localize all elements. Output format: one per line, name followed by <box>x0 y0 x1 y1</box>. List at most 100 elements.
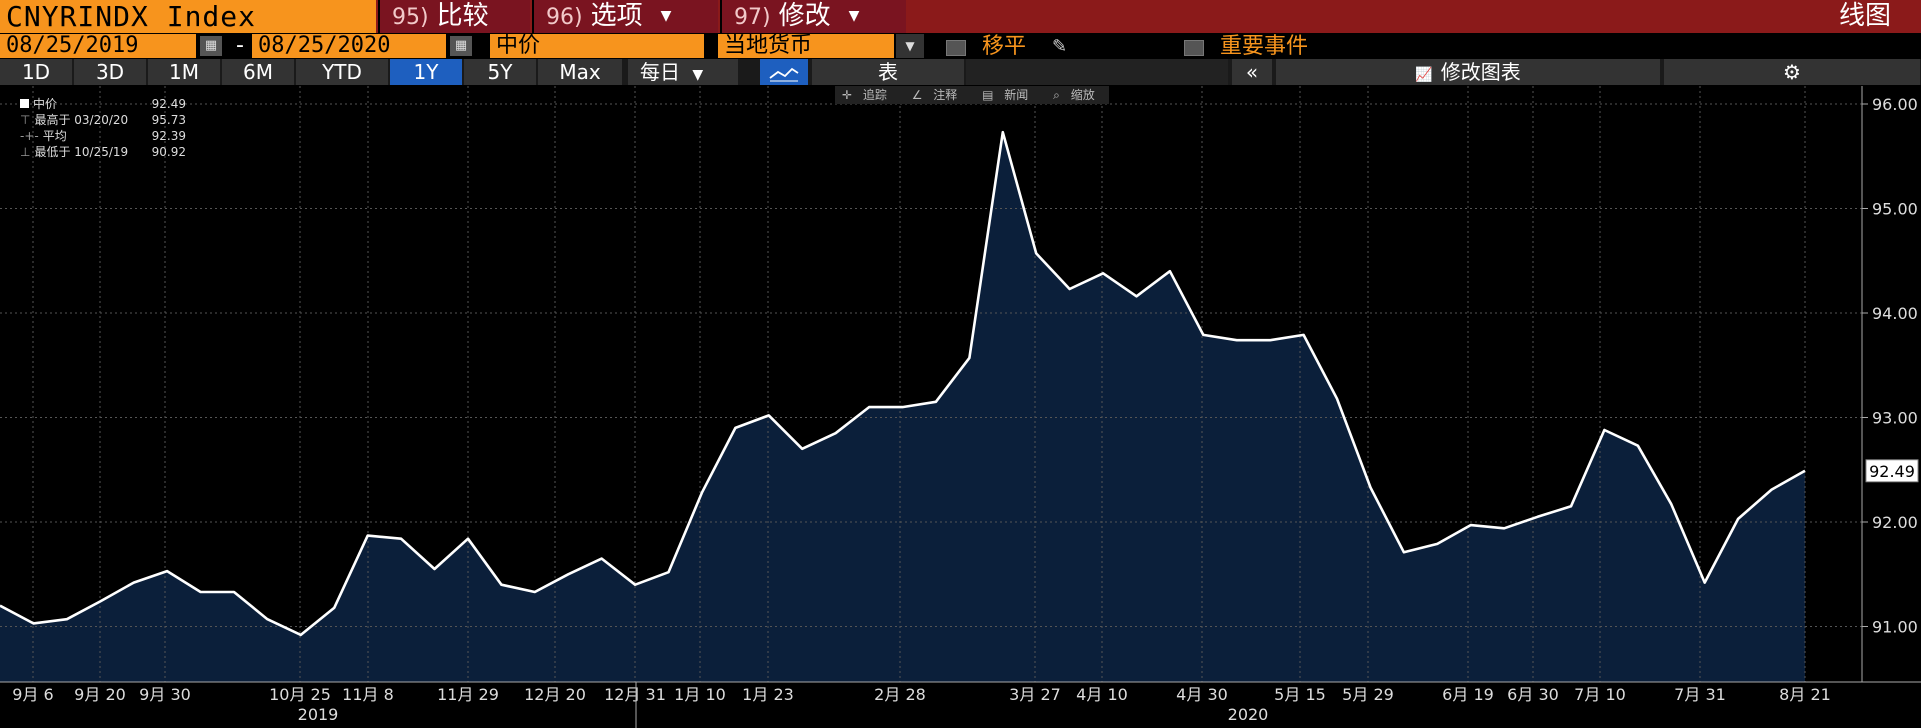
chart-legend: 中价 92.49 ⊤ 最高于 03/20/20 95.73 -+- 平均 92.39… <box>6 96 186 160</box>
options-num: 96) <box>546 5 583 30</box>
chevron-down-icon: ▼ <box>848 8 860 24</box>
settings-button[interactable]: ⚙ <box>1664 59 1920 85</box>
tab-6m[interactable]: 6M <box>222 59 294 85</box>
tool-zoom-label: 缩放 <box>1070 88 1095 102</box>
legend-mid: 中价 92.49 <box>6 96 186 112</box>
edit-chart-button[interactable]: 📈 修改图表 <box>1276 59 1660 85</box>
tab-max[interactable]: Max <box>538 59 622 85</box>
ticker-input[interactable]: CNYRINDX Index <box>0 0 376 33</box>
table-button[interactable]: 表 <box>812 59 964 85</box>
legend-high: ⊤ 最高于 03/20/20 95.73 <box>20 113 186 127</box>
x-tick-label: 11月 8 <box>342 685 394 704</box>
chevron-down-icon: ▼ <box>692 67 704 83</box>
x-tick-label: 9月 30 <box>139 685 191 704</box>
price-field-select[interactable]: 中价 <box>490 34 704 58</box>
edit-chart-label: 修改图表 <box>1440 60 1521 84</box>
options-menu[interactable]: 96) 选项 ▼ <box>532 0 718 33</box>
compare-num: 95) <box>392 5 429 30</box>
x-tick-label: 1月 23 <box>742 685 794 704</box>
x-tick-label: 12月 31 <box>604 685 666 704</box>
edit-num: 97) <box>734 5 771 30</box>
legend-swatch <box>20 99 29 108</box>
x-tick-label: 4月 30 <box>1176 685 1228 704</box>
chevron-down-icon[interactable]: ▼ <box>896 34 924 58</box>
legend-high-value: 95.73 <box>151 113 186 127</box>
tool-track-label: 追踪 <box>862 88 887 102</box>
x-tick-label: 3月 27 <box>1009 685 1061 704</box>
compare-menu[interactable]: 95) 比较 <box>378 0 530 33</box>
tool-annotate[interactable]: ∠ 注释 <box>905 86 972 104</box>
y-tick-label: 92.00 <box>1872 513 1918 532</box>
last-value-label: 92.49 <box>1869 462 1915 481</box>
x-tick-label: 7月 31 <box>1674 685 1726 704</box>
y-tick-label: 91.00 <box>1872 618 1918 637</box>
x-tick-label: 2月 28 <box>874 685 926 704</box>
tool-news[interactable]: ▤ 新闻 <box>975 86 1042 104</box>
x-tick-label: 5月 29 <box>1342 685 1394 704</box>
chart-tools: ✛ 追踪 ∠ 注释 ▤ 新闻 ⌕ 缩放 <box>835 86 1109 104</box>
legend-mid-label: 中价 <box>33 97 58 111</box>
gear-icon: ⚙ <box>1783 60 1801 84</box>
x-tick-label: 7月 10 <box>1574 685 1626 704</box>
x-tick-label: 10月 25 <box>269 685 331 704</box>
tab-ytd[interactable]: YTD <box>296 59 388 85</box>
legend-low-value: 90.92 <box>151 145 186 159</box>
chart-edit-icon: 📈 <box>1415 67 1433 83</box>
tool-news-label: 新闻 <box>1004 88 1029 102</box>
tab-3d[interactable]: 3D <box>74 59 146 85</box>
events-label: 重要事件 <box>1220 34 1309 59</box>
view-title: 线图 <box>1838 1 1891 31</box>
x-tick-label: 1月 10 <box>674 685 726 704</box>
year-label: 2019 <box>298 705 339 724</box>
frequency-select[interactable]: 每日 ▼ <box>628 59 738 85</box>
toolbar-spacer <box>966 59 1228 85</box>
x-tick-label: 4月 10 <box>1076 685 1128 704</box>
compare-label: 比较 <box>436 1 489 31</box>
currency-select[interactable]: 当地货币 <box>718 34 894 58</box>
x-tick-label: 8月 21 <box>1779 685 1831 704</box>
x-tick-label: 6月 19 <box>1442 685 1494 704</box>
legend-low-label: 最低于 10/25/19 <box>34 145 129 159</box>
moving-average-checkbox[interactable] <box>946 40 966 56</box>
start-date-field[interactable]: 08/25/2019 <box>0 34 196 58</box>
end-date-field[interactable]: 08/25/2020 <box>252 34 446 58</box>
x-tick-label: 9月 20 <box>74 685 126 704</box>
legend-low: ⊥ 最低于 10/25/19 90.92 <box>20 145 186 159</box>
calendar-icon[interactable]: ▦ <box>200 36 222 56</box>
edit-menu[interactable]: 97) 修改 ▼ <box>720 0 906 33</box>
date-separator: - <box>236 33 244 58</box>
year-label: 2020 <box>1228 705 1269 724</box>
x-tick-label: 6月 30 <box>1507 685 1559 704</box>
tab-1m[interactable]: 1M <box>148 59 220 85</box>
legend-high-label: 最高于 03/20/20 <box>34 113 129 127</box>
options-label: 选项 <box>590 1 643 31</box>
moving-average-label: 移平 <box>982 34 1027 59</box>
x-tick-label: 12月 20 <box>524 685 586 704</box>
tool-zoom[interactable]: ⌕ 缩放 <box>1046 86 1109 104</box>
events-checkbox[interactable] <box>1184 40 1204 56</box>
legend-avg-value: 92.39 <box>151 129 186 143</box>
x-tick-label: 9月 6 <box>12 685 53 704</box>
tab-1d[interactable]: 1D <box>0 59 72 85</box>
price-chart[interactable]: 91.00 92.00 93.00 94.00 95.00 96.00 9月 6 9月 20 9… <box>0 86 1921 728</box>
calendar-icon[interactable]: ▦ <box>450 36 472 56</box>
legend-mid-value: 92.49 <box>151 97 186 111</box>
pencil-icon[interactable]: ✎ <box>1052 33 1067 61</box>
y-tick-label: 96.00 <box>1872 95 1918 114</box>
collapse-button[interactable]: « <box>1232 59 1272 85</box>
legend-avg-label: 平均 <box>42 129 67 143</box>
y-tick-label: 94.00 <box>1872 304 1918 323</box>
y-tick-label: 93.00 <box>1872 409 1918 428</box>
tab-5y[interactable]: 5Y <box>464 59 536 85</box>
legend-avg: -+- 平均 92.39 <box>20 129 186 143</box>
edit-label: 修改 <box>778 1 831 31</box>
line-chart-icon[interactable] <box>760 59 808 85</box>
x-tick-label: 5月 15 <box>1274 685 1326 704</box>
frequency-label: 每日 <box>640 60 680 84</box>
tab-1y[interactable]: 1Y <box>390 59 462 85</box>
x-tick-label: 11月 29 <box>437 685 499 704</box>
y-tick-label: 95.00 <box>1872 200 1918 219</box>
tool-track[interactable]: ✛ 追踪 <box>835 86 901 104</box>
chevron-down-icon: ▼ <box>660 8 672 24</box>
tool-annotate-label: 注释 <box>933 88 958 102</box>
